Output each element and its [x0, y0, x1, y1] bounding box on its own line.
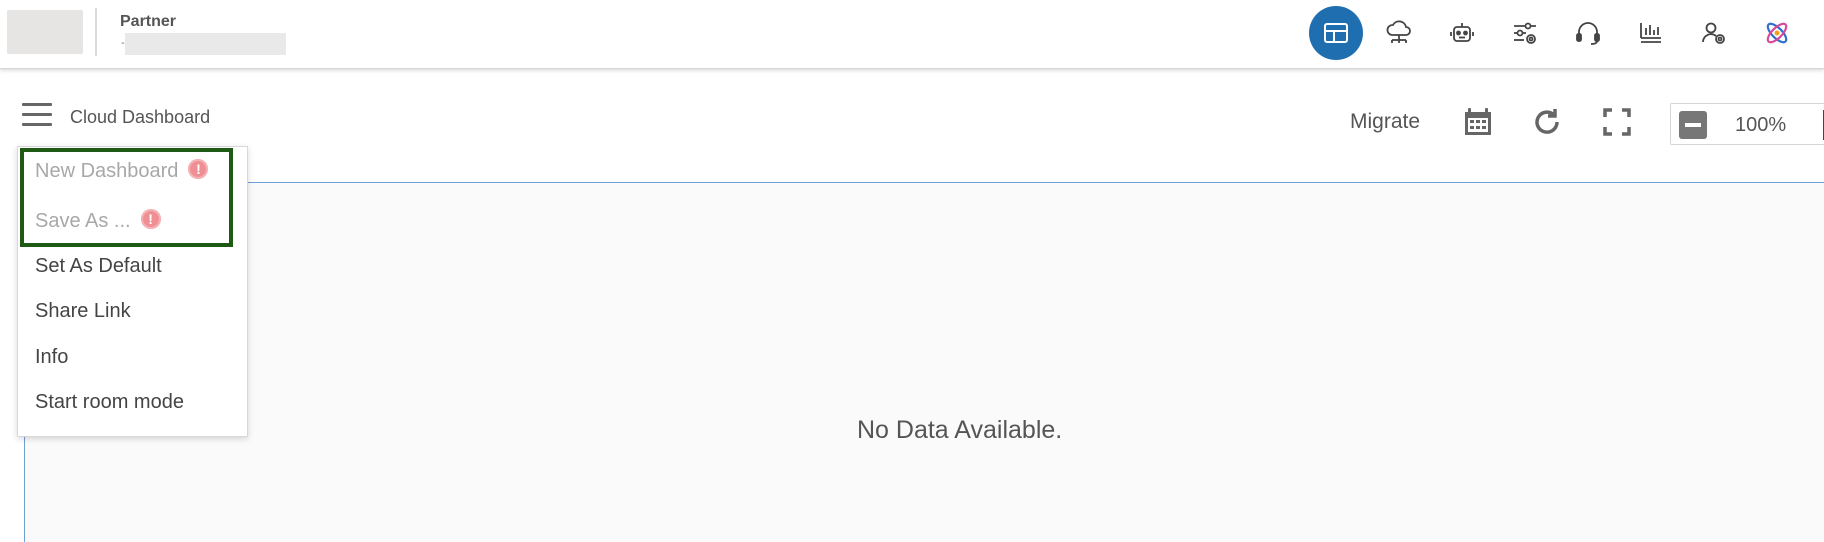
- cloud-network-icon[interactable]: [1372, 6, 1426, 60]
- brand-title: Partner: [120, 13, 177, 30]
- zoom-level: 100%: [1735, 114, 1787, 136]
- dashboard-toolbar: Cloud Dashboard Migrate 100%: [0, 70, 1824, 182]
- menu-item-set-as-default[interactable]: Set As Default: [35, 255, 162, 278]
- user-settings-icon[interactable]: [1687, 6, 1741, 60]
- empty-state-message: No Data Available.: [857, 416, 1063, 444]
- brand-subtitle-redacted: [125, 33, 286, 55]
- calendar-icon[interactable]: [1462, 106, 1494, 138]
- warning-badge-icon: !: [188, 159, 209, 179]
- menu-item-new-dashboard[interactable]: New Dashboard!: [35, 159, 209, 183]
- menu-item-share-link[interactable]: Share Link: [35, 300, 131, 323]
- logo[interactable]: [7, 10, 83, 54]
- dashboard-layout-icon[interactable]: [1309, 6, 1363, 60]
- menu-item-label: New Dashboard: [35, 160, 179, 182]
- settings-sliders-icon[interactable]: [1498, 6, 1552, 60]
- zoom-out-button[interactable]: [1679, 111, 1707, 139]
- zoom-control: 100%: [1670, 103, 1824, 145]
- dashboard-menu-dropdown: New Dashboard! Save As ...! Set As Defau…: [17, 146, 248, 437]
- fullscreen-icon[interactable]: [1601, 106, 1633, 138]
- menu-item-save-as[interactable]: Save As ...!: [35, 209, 161, 233]
- top-header: Partner -: [0, 0, 1824, 69]
- headset-icon[interactable]: [1561, 6, 1615, 60]
- hamburger-menu-icon[interactable]: [22, 103, 52, 129]
- menu-item-label: Save As ...: [35, 210, 131, 232]
- migrate-button[interactable]: Migrate: [1350, 110, 1420, 134]
- brand-divider: [95, 8, 97, 56]
- robot-icon[interactable]: [1435, 6, 1489, 60]
- top-nav-icons: [1309, 6, 1804, 60]
- refresh-icon[interactable]: [1531, 106, 1563, 138]
- ai-atom-logo-icon[interactable]: [1750, 6, 1804, 60]
- dashboard-title: Cloud Dashboard: [70, 107, 211, 127]
- warning-badge-icon: !: [140, 209, 161, 229]
- menu-item-start-room-mode[interactable]: Start room mode: [35, 391, 184, 414]
- dashboard-canvas: No Data Available.: [24, 182, 1824, 542]
- report-chart-icon[interactable]: [1624, 6, 1678, 60]
- menu-item-info[interactable]: Info: [35, 346, 68, 369]
